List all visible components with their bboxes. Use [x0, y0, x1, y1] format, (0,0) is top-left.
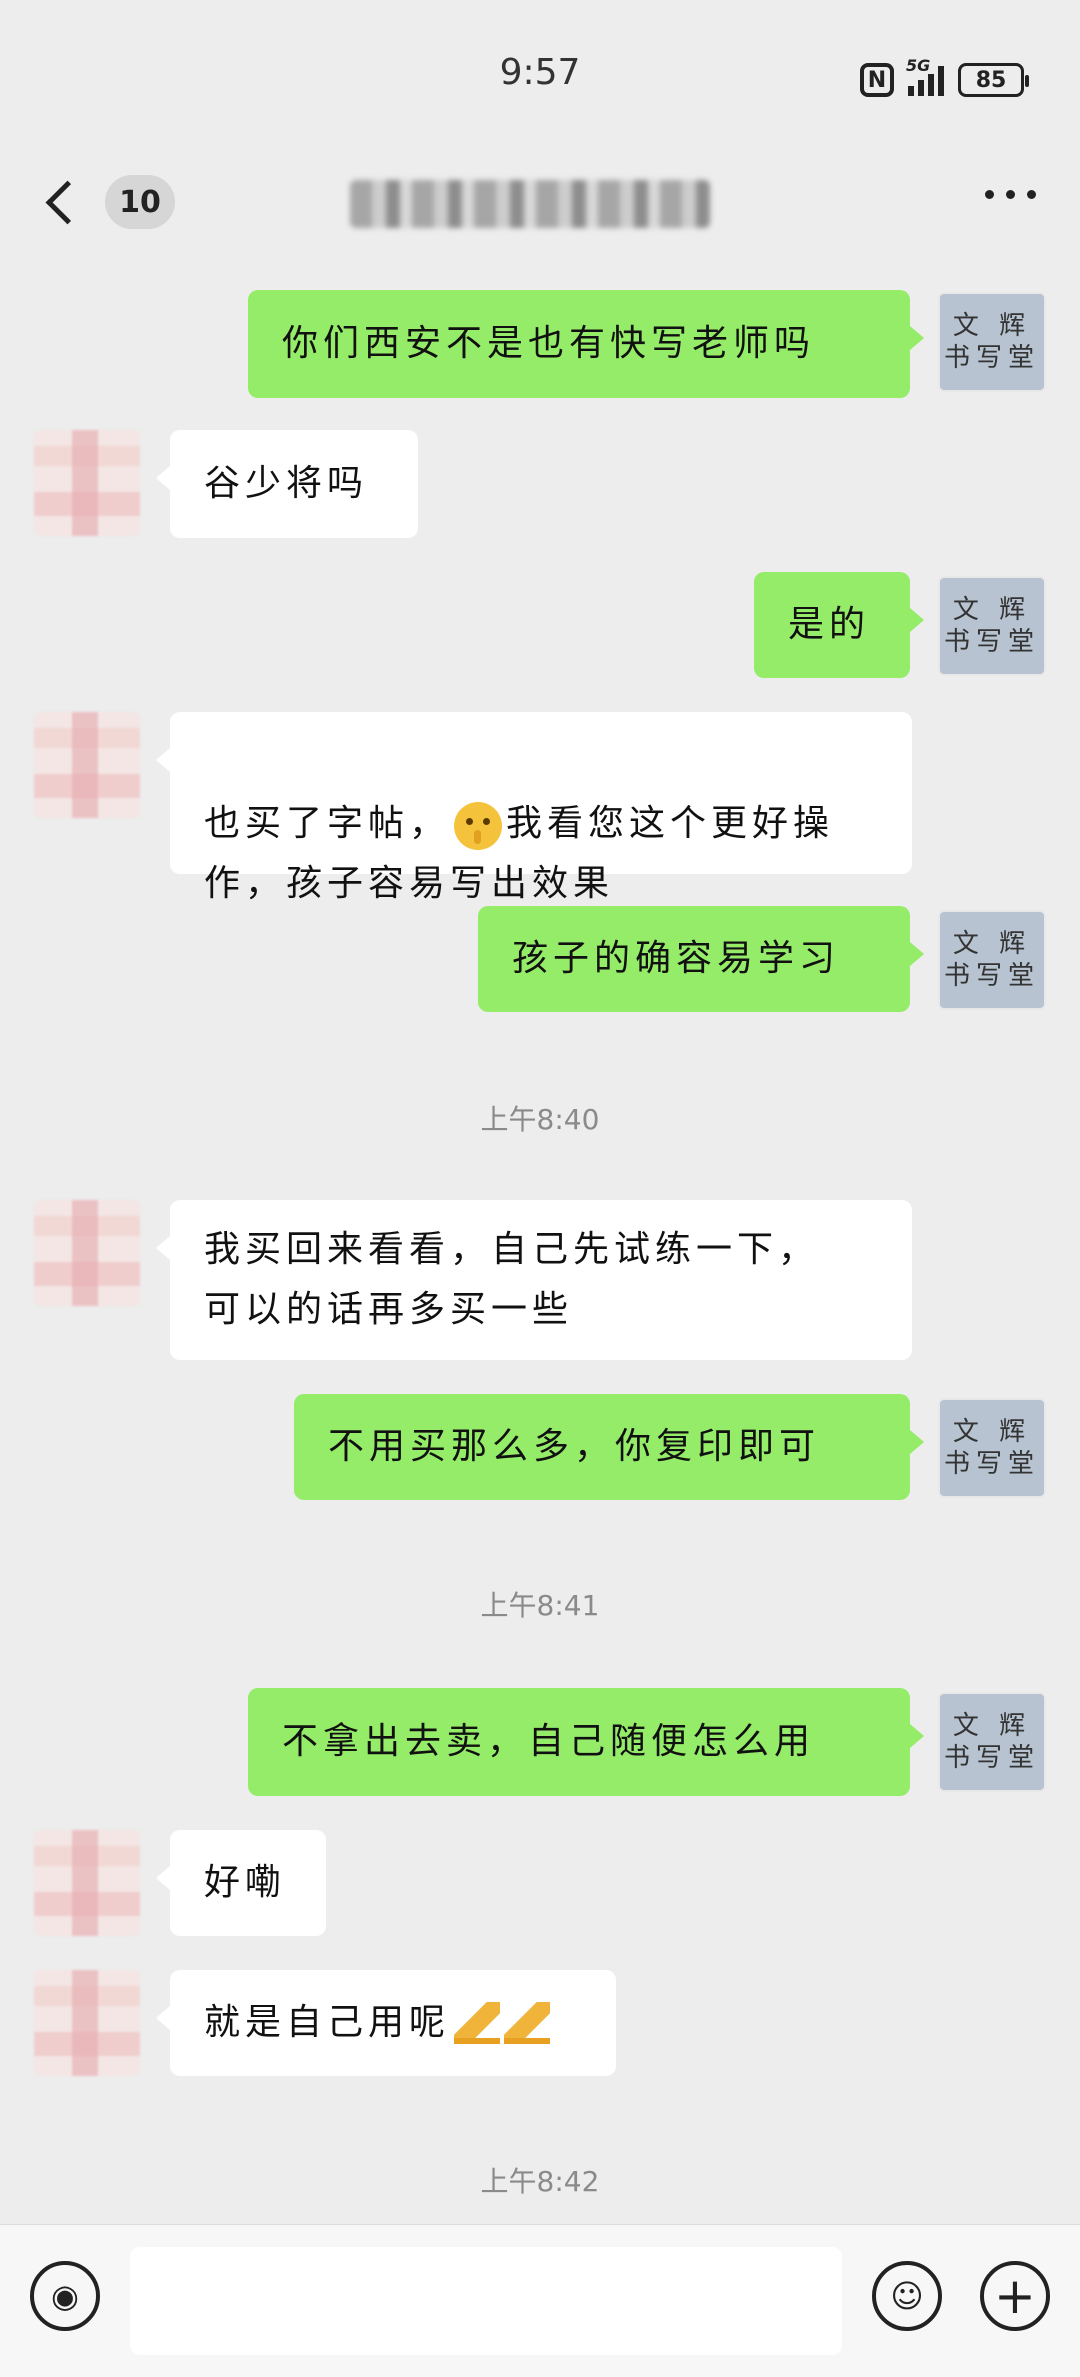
message-bubble-sent[interactable]: 孩子的确容易学习 — [478, 906, 924, 1012]
voice-input-icon[interactable]: ◉ — [30, 2261, 100, 2331]
message-input[interactable] — [130, 2247, 842, 2355]
unread-count-badge: 10 — [105, 175, 175, 229]
message-bubble-received[interactable]: 谷少将吗 — [156, 430, 418, 538]
network-type: 5G — [906, 56, 931, 75]
message-text: 就是自己用呢 — [204, 2002, 451, 2043]
folded-hands-emoji-icon — [504, 2002, 551, 2044]
more-options-icon[interactable] — [985, 190, 1036, 199]
contact-avatar[interactable] — [34, 1970, 140, 2076]
back-button[interactable]: 10 — [40, 170, 175, 234]
contact-avatar[interactable] — [34, 1830, 140, 1936]
message-bubble-received[interactable]: 也买了字帖， 我看您这个更好操 作，孩子容易写出效果 — [156, 712, 912, 904]
message-bubble-sent[interactable]: 不拿出去卖，自己随便怎么用 — [248, 1688, 924, 1796]
emoji-icon[interactable]: ☺ — [872, 2261, 942, 2331]
self-avatar[interactable]: 文 辉 书写堂 — [938, 1692, 1046, 1792]
message-bubble-received[interactable]: 我买回来看看，自己先试练一下， 可以的话再多买一些 — [156, 1200, 912, 1360]
self-avatar[interactable]: 文 辉 书写堂 — [938, 576, 1046, 676]
nfc-icon: N — [860, 63, 894, 97]
timestamp: 上午8:40 — [480, 1103, 600, 1136]
status-bar: 9:57 N 5G 85 — [0, 0, 1080, 150]
input-bar: ◉ ☺ + — [0, 2224, 1080, 2377]
self-avatar[interactable]: 文 辉 书写堂 — [938, 292, 1046, 392]
chat-title-blurred — [350, 180, 710, 228]
message-bubble-sent[interactable]: 是的 — [754, 572, 924, 678]
message-text: 也买了字帖， — [204, 803, 451, 844]
contact-avatar[interactable] — [34, 430, 140, 536]
folded-hands-emoji-icon — [454, 2002, 501, 2044]
message-bubble-sent[interactable]: 不用买那么多，你复印即可 — [294, 1394, 924, 1500]
shushing-face-emoji-icon — [454, 802, 503, 850]
message-bubble-sent[interactable]: 你们西安不是也有快写老师吗 — [248, 290, 924, 398]
self-avatar[interactable]: 文 辉 书写堂 — [938, 1398, 1046, 1498]
battery-icon: 85 — [958, 63, 1029, 97]
plus-icon[interactable]: + — [980, 2261, 1050, 2331]
timestamp: 上午8:42 — [480, 2165, 600, 2198]
chevron-left-icon — [45, 180, 90, 224]
self-avatar[interactable]: 文 辉 书写堂 — [938, 910, 1046, 1010]
contact-avatar[interactable] — [34, 712, 140, 818]
status-icons: N 5G 85 — [860, 56, 1029, 102]
contact-avatar[interactable] — [34, 1200, 140, 1306]
message-bubble-received[interactable]: 好嘞 — [156, 1830, 326, 1936]
chat-header: 10 — [0, 150, 1080, 260]
timestamp: 上午8:41 — [480, 1589, 600, 1622]
signal-icon: 5G — [906, 56, 944, 96]
message-bubble-received[interactable]: 就是自己用呢 — [156, 1970, 616, 2076]
